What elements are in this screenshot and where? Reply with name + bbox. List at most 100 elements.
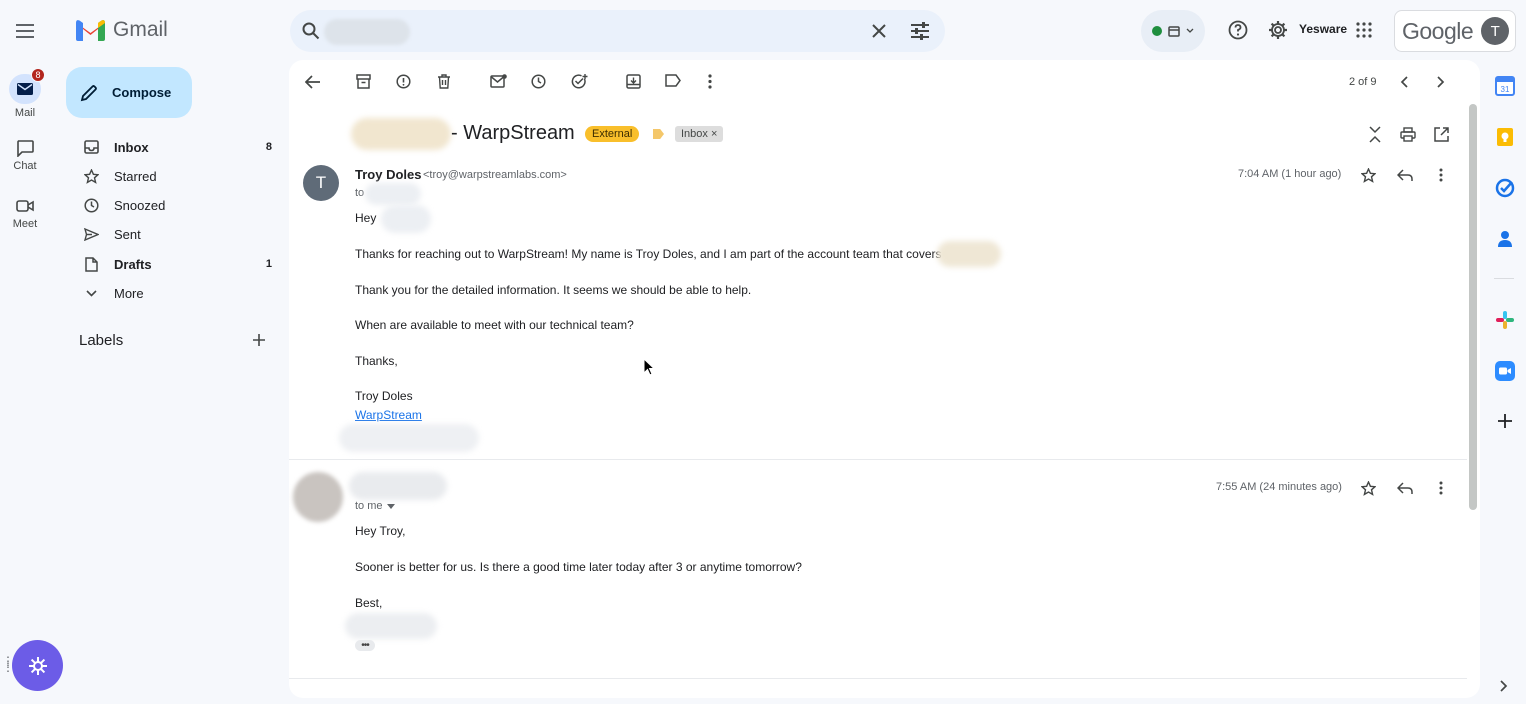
sender-avatar-redacted[interactable]: [293, 472, 343, 522]
calendar-icon[interactable]: 31: [1495, 76, 1515, 96]
rail-meet[interactable]: Meet: [0, 198, 50, 230]
status-selector[interactable]: [1141, 10, 1205, 52]
search-options-icon[interactable]: [910, 22, 930, 40]
send-icon: [83, 227, 99, 241]
draft-icon: [84, 256, 98, 272]
message-scrollbar[interactable]: [1469, 104, 1477, 510]
rail-mail[interactable]: 8 Mail: [0, 68, 50, 119]
external-tag: External: [585, 126, 640, 142]
message-timestamp: 7:04 AM (1 hour ago): [1238, 168, 1342, 180]
company-redacted: [937, 241, 1001, 267]
signature-redacted: [345, 613, 437, 639]
chevron-right-icon[interactable]: [1500, 680, 1508, 692]
label-icon[interactable]: [665, 74, 681, 87]
more-vert-icon[interactable]: [1439, 168, 1443, 182]
mail-badge: 8: [31, 68, 45, 82]
apps-grid-icon[interactable]: [1356, 22, 1372, 38]
rail-chat[interactable]: Chat: [0, 140, 50, 172]
zoom-icon[interactable]: [1495, 361, 1515, 381]
inbox-count: 8: [265, 141, 272, 153]
rail-meet-label: Meet: [12, 218, 38, 230]
google-account-box[interactable]: Google T: [1394, 10, 1516, 52]
keep-notes-icon[interactable]: [1495, 127, 1515, 147]
report-spam-icon[interactable]: [396, 74, 411, 89]
show-trimmed-content-button[interactable]: •••: [355, 640, 375, 651]
sidebar-item-inbox[interactable]: Inbox 8: [82, 135, 272, 159]
mail-pill: 8: [9, 68, 45, 104]
rail-chat-label: Chat: [13, 160, 37, 172]
chevron-left-icon[interactable]: [1400, 76, 1408, 88]
recipient-details-toggle[interactable]: to me: [355, 500, 395, 512]
sidebar-item-label: Drafts: [114, 256, 152, 272]
main-menu-button[interactable]: [12, 18, 38, 44]
move-to-icon[interactable]: [626, 74, 641, 89]
pencil-icon: [80, 84, 97, 101]
collapse-all-icon[interactable]: [1369, 126, 1381, 143]
search-icon[interactable]: [302, 22, 320, 40]
help-icon[interactable]: [1228, 20, 1248, 40]
archive-icon[interactable]: [356, 74, 371, 89]
hamburger-icon: [16, 24, 34, 38]
chevron-down-icon: [1186, 28, 1194, 33]
sidebar-item-label: Inbox: [114, 139, 149, 155]
email-signature-name: Troy Doles: [355, 389, 413, 403]
chevron-right-icon[interactable]: [1437, 76, 1445, 88]
email-greeting: Hey: [355, 211, 377, 225]
recipient-redacted: [365, 183, 421, 205]
video-camera-icon: [16, 200, 34, 212]
add-addon-icon[interactable]: [1497, 413, 1513, 429]
trash-icon[interactable]: [437, 74, 451, 89]
gmail-logo[interactable]: Gmail: [76, 18, 168, 42]
sidebar-item-sent[interactable]: Sent: [82, 222, 272, 246]
email-greeting: Hey Troy,: [355, 524, 406, 538]
inbox-label-chip[interactable]: Inbox ×: [675, 126, 724, 142]
search-bar[interactable]: [290, 10, 945, 52]
snooze-clock-icon[interactable]: [531, 74, 546, 89]
signature-link[interactable]: WarpStream: [355, 408, 422, 422]
reply-icon[interactable]: [1397, 482, 1413, 495]
sender-name[interactable]: Troy Doles: [355, 167, 421, 182]
inbox-icon: [83, 140, 99, 154]
message-divider: [289, 459, 1467, 460]
contacts-icon[interactable]: [1495, 229, 1515, 249]
sidebar-item-drafts[interactable]: Drafts 1: [82, 252, 272, 276]
close-icon[interactable]: [870, 22, 888, 40]
add-task-icon[interactable]: [571, 74, 588, 89]
rail-mail-label: Mail: [14, 107, 36, 119]
account-avatar[interactable]: T: [1481, 17, 1510, 45]
sidebar-item-label: Starred: [114, 168, 157, 184]
slack-icon[interactable]: [1495, 310, 1515, 330]
importance-marker-icon[interactable]: [653, 129, 664, 139]
print-icon[interactable]: [1400, 127, 1416, 142]
sender-avatar[interactable]: T: [303, 165, 339, 201]
compose-label: Compose: [112, 85, 172, 100]
add-label-icon[interactable]: [252, 333, 266, 347]
sidebar-item-starred[interactable]: Starred: [82, 164, 272, 188]
more-vert-icon[interactable]: [1439, 481, 1443, 495]
right-rail-divider: [1494, 278, 1514, 279]
back-arrow-icon[interactable]: [305, 75, 321, 89]
email-subject: - WarpStream: [451, 122, 575, 144]
recipient-line[interactable]: to: [355, 187, 364, 199]
reply-icon[interactable]: [1397, 169, 1413, 182]
tasks-icon[interactable]: [1495, 178, 1515, 198]
sidebar-item-snoozed[interactable]: Snoozed: [82, 193, 272, 217]
open-in-new-window-icon[interactable]: [1434, 127, 1449, 142]
yesware-label[interactable]: Yesware: [1299, 22, 1347, 36]
gear-icon[interactable]: [1268, 20, 1288, 40]
star-icon: [83, 168, 99, 184]
chat-icon: [17, 140, 34, 157]
email-signoff: Thanks,: [355, 354, 398, 368]
gmail-m-icon: [76, 20, 105, 41]
mark-unread-icon[interactable]: [490, 74, 507, 88]
email-body-line: Sooner is better for us. Is there a good…: [355, 560, 802, 574]
compose-button[interactable]: Compose: [66, 67, 192, 118]
remove-label-icon[interactable]: ×: [711, 128, 717, 140]
star-icon[interactable]: [1361, 168, 1376, 183]
svg-text:31: 31: [1501, 85, 1510, 94]
sidebar-item-more[interactable]: More: [82, 281, 272, 305]
star-icon[interactable]: [1361, 481, 1376, 496]
more-vert-icon[interactable]: [708, 74, 712, 89]
name-redacted: [381, 205, 431, 233]
extension-fab-button[interactable]: [12, 640, 63, 691]
